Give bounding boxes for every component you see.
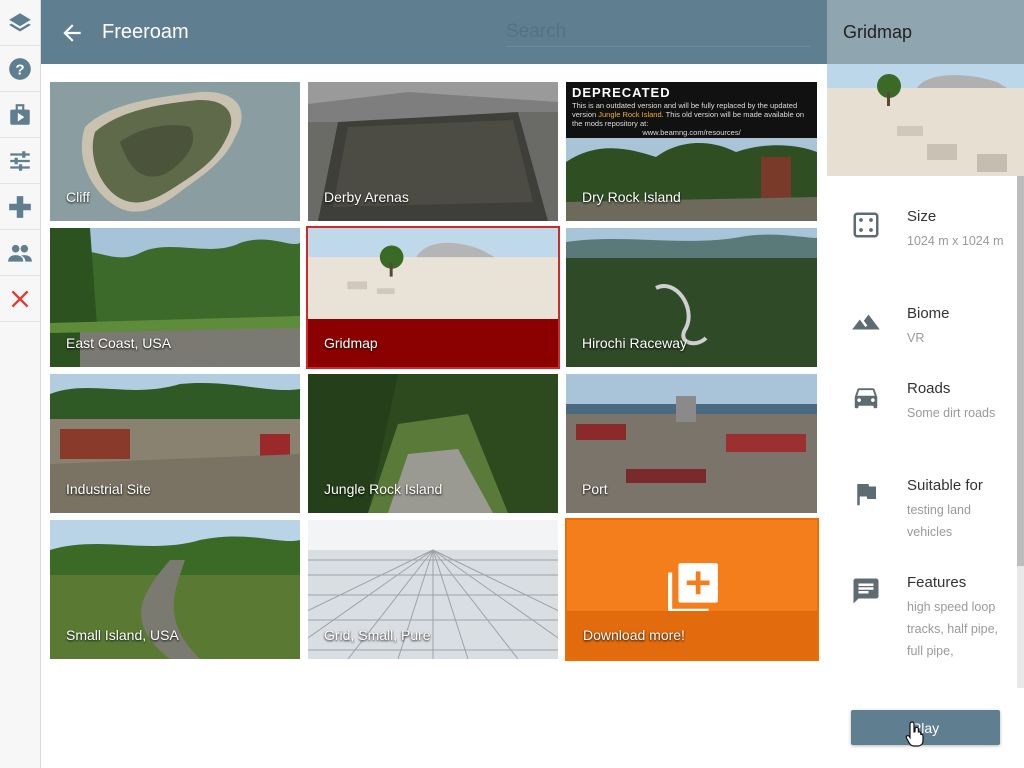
mountain-icon [852, 314, 880, 330]
left-sidebar: ? [0, 0, 41, 768]
add-library-icon [668, 563, 718, 613]
page-title: Freeroam [102, 21, 189, 43]
deprecated-title: DEPRECATED [572, 85, 671, 100]
level-tile-dry-rock-island[interactable]: DEPRECATED This is an outdated version a… [566, 82, 817, 221]
level-preview-image [827, 64, 1024, 176]
level-label: Derby Arenas [324, 189, 409, 205]
deprecated-text: This is an outdated version and will be … [572, 101, 811, 137]
info-key: Biome [907, 305, 950, 322]
level-label: Cliff [66, 189, 90, 205]
level-label: Jungle Rock Island [324, 481, 443, 497]
back-arrow-icon[interactable] [59, 20, 85, 46]
info-value: Some dirt roads [907, 406, 996, 420]
level-tile-industrial-site[interactable]: Industrial Site [50, 374, 300, 513]
dice-icon [853, 212, 879, 238]
info-value: high speed loop tracks, half pipe, full … [907, 600, 999, 658]
deprecated-link[interactable]: Jungle Rock Island [598, 110, 661, 119]
info-key: Suitable for [907, 477, 983, 494]
download-more-tile[interactable]: Download more! [565, 518, 819, 661]
sidebar-item-controls[interactable] [0, 184, 40, 230]
level-label: Dry Rock Island [582, 189, 681, 205]
level-label: Gridmap [324, 335, 378, 351]
info-scrollbar[interactable] [1017, 176, 1024, 688]
download-more-label: Download more! [583, 627, 685, 643]
level-tile-small-island-usa[interactable]: Small Island, USA [50, 520, 300, 659]
details-header: Gridmap [827, 0, 1024, 64]
level-tile-port[interactable]: Port [566, 374, 817, 513]
info-value: testing land vehicles [907, 503, 971, 539]
preview-thumbnail [827, 64, 1024, 176]
sidebar-item-layers[interactable] [0, 0, 40, 46]
scrollbar-thumb[interactable] [1017, 176, 1024, 566]
level-label: Grid, Small, Pure [324, 627, 431, 643]
briefcase-play-icon [10, 103, 30, 125]
search-input[interactable] [506, 18, 810, 47]
details-title: Gridmap [843, 22, 913, 42]
top-header: Freeroam [41, 0, 827, 64]
sidebar-item-scenarios[interactable] [0, 92, 40, 138]
level-tile-east-coast-usa[interactable]: East Coast, USA [50, 228, 300, 367]
level-tile-hirochi-raceway[interactable]: Hirochi Raceway [566, 228, 817, 367]
level-tile-derby-arenas[interactable]: Derby Arenas [308, 82, 558, 221]
sliders-icon [10, 150, 30, 171]
play-button[interactable]: Play [851, 710, 1000, 745]
deprecated-url: www.beamng.com/resources/ [642, 128, 741, 137]
level-label: Hirochi Raceway [582, 335, 688, 351]
level-info-list: Size 1024 m x 1024 m Biome VR Roads Some… [827, 176, 1017, 688]
level-label: Port [582, 481, 608, 497]
deprecated-banner: DEPRECATED This is an outdated version a… [566, 82, 817, 138]
level-label: East Coast, USA [66, 335, 172, 351]
comment-icon [853, 578, 879, 604]
help-icon: ? [9, 57, 31, 80]
level-tile-jungle-rock-island[interactable]: Jungle Rock Island [308, 374, 558, 513]
sidebar-item-close[interactable] [0, 276, 40, 322]
level-label: Small Island, USA [66, 627, 179, 643]
level-tile-cliff[interactable]: Cliff [50, 82, 300, 221]
level-tile-grid-small-pure[interactable]: Grid, Small, Pure [308, 520, 558, 659]
flag-icon [857, 484, 876, 506]
layers-icon [9, 12, 31, 31]
level-details-panel: Gridmap Size 1024 m x 1024 m Biome VR Ro… [827, 0, 1024, 768]
level-tile-gridmap[interactable]: Gridmap [306, 226, 560, 369]
info-key: Size [907, 208, 937, 225]
people-icon [8, 244, 32, 262]
close-icon [11, 290, 29, 307]
sidebar-item-multiplayer[interactable] [0, 230, 40, 276]
level-label: Industrial Site [66, 481, 151, 497]
sidebar-item-help[interactable]: ? [0, 46, 40, 92]
info-value: VR [907, 331, 925, 345]
info-value: 1024 m x 1024 m [907, 234, 1004, 248]
info-key: Features [907, 574, 967, 591]
sidebar-item-options[interactable] [0, 138, 40, 184]
car-icon [854, 388, 878, 409]
svg-text:?: ? [15, 61, 24, 78]
gamepad-icon [9, 195, 31, 218]
info-key: Roads [907, 380, 951, 397]
